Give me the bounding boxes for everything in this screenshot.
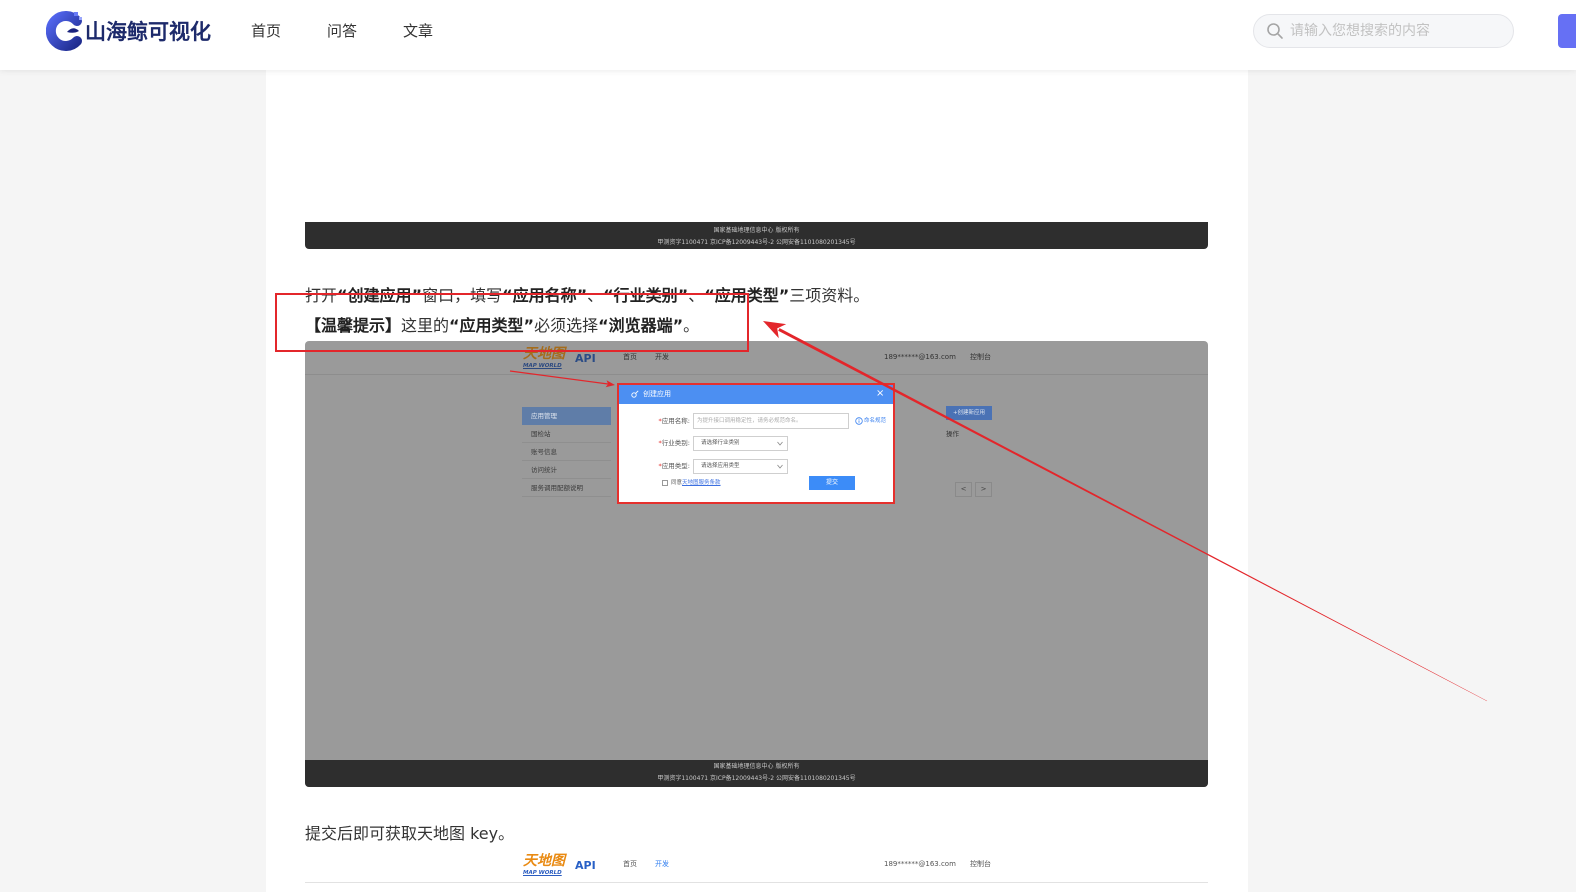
app-type-label: *应用类型:	[619, 461, 690, 471]
screenshot-nav-develop: 开发	[655, 353, 669, 361]
modal-title-bar: 创建应用 ×	[619, 385, 893, 404]
site-name: 山海鲸可视化	[85, 20, 211, 44]
nav-home[interactable]: 首页	[251, 21, 281, 41]
screenshot-pager-next: >	[975, 482, 992, 497]
bold-run: “应用类型”	[704, 286, 790, 305]
screenshot-console-link: 控制台	[970, 353, 991, 361]
whale-logo-icon	[46, 10, 84, 52]
text-run: 打开	[305, 286, 338, 305]
screenshot-pager-prev: <	[955, 482, 972, 497]
text-run: 、	[587, 286, 604, 305]
app-name-label-text: 应用名称:	[661, 417, 690, 425]
text-run: 窗口，填写	[422, 286, 503, 305]
screenshot-nav-develop: 开发	[655, 860, 669, 868]
bold-run: “应用名称”	[502, 286, 588, 305]
tianditu-logo-cn: 天地图	[523, 346, 565, 362]
bold-run: “浏览器端”	[598, 316, 684, 335]
paragraph-tip: 【温馨提示】 这里的 “应用类型” 必须选择 “浏览器端”。	[305, 311, 699, 341]
submit-button: 提交	[809, 476, 855, 490]
site-logo[interactable]: 山海鲸可视化	[46, 10, 211, 52]
app-name-label: *应用名称:	[619, 416, 690, 426]
screenshot-sidebar-item: 国检站	[522, 425, 611, 443]
app-type-label-text: 应用类型:	[661, 462, 690, 470]
search-box[interactable]	[1253, 14, 1514, 48]
paragraph-get-key: 提交后即可获取天地图 key。	[305, 819, 514, 849]
screenshot-header: 天地图 MAP WORLD API 首页 开发 189******@163.co…	[305, 341, 1208, 375]
industry-select: 请选择行业类别	[693, 436, 788, 451]
close-icon: ×	[876, 388, 885, 399]
screenshot-sidebar-item: 账号信息	[522, 443, 611, 461]
top-navbar: 山海鲸可视化 首页 问答 文章	[0, 0, 1576, 70]
tianditu-logo-en: MAP WORLD	[523, 363, 562, 369]
industry-label-text: 行业类别:	[661, 439, 690, 447]
screenshot-sidebar-item: 服务调用配额说明	[522, 479, 611, 497]
article-image-tianditu-header: 天地图 MAP WORLD API 首页 开发 189******@163.co…	[305, 848, 1208, 892]
image-footer-copyright: 国家基础地理信息中心 版权所有	[713, 227, 800, 234]
text-run: 提交后即可获取天地图 key。	[305, 824, 515, 843]
header-action-button[interactable]	[1558, 14, 1576, 48]
image-footer-copyright: 国家基础地理信息中心 版权所有	[713, 763, 800, 770]
terms-link: 天地图服务条款	[682, 480, 721, 486]
naming-rules-link: 命名规范	[864, 418, 887, 424]
tianditu-logo-en: MAP WORLD	[523, 870, 562, 876]
app-type-select-value: 请选择应用类型	[701, 463, 740, 469]
industry-select-value: 请选择行业类别	[701, 440, 740, 446]
screenshot-sidebar: 应用管理 国检站 账号信息 访问统计 服务调用配额说明	[522, 407, 611, 497]
bold-run: “创建应用”	[337, 286, 423, 305]
image-footer-license: 甲测资字1100471 京ICP备12009443号-2 公网安备1101080…	[657, 239, 856, 246]
search-input[interactable]	[1290, 16, 1502, 46]
api-label: API	[575, 859, 596, 872]
text-run: 三项资料。	[789, 286, 870, 305]
nav-articles[interactable]: 文章	[403, 21, 433, 41]
paragraph-create-app-instructions: 打开 “创建应用” 窗口，填写 “应用名称”、 “行业类别”、 “应用类型” 三项资料。	[305, 281, 869, 311]
agree-text: 同意	[671, 480, 683, 486]
screenshot-column-header: 操作	[946, 430, 959, 438]
article-body: 国家基础地理信息中心 版权所有 甲测资字1100471 京ICP备1200944…	[266, 70, 1248, 892]
text-run: 必须选择	[534, 316, 599, 335]
nav-qa[interactable]: 问答	[327, 21, 357, 41]
bold-run: 【温馨提示】	[305, 316, 402, 335]
screenshot-console-link: 控制台	[970, 860, 991, 868]
info-icon	[855, 417, 863, 425]
screenshot-sidebar-item: 访问统计	[522, 461, 611, 479]
article-image-tianditu-footer: 国家基础地理信息中心 版权所有 甲测资字1100471 京ICP备1200944…	[305, 222, 1208, 249]
screenshot-create-app-modal: 创建应用 × *应用名称: 为提升接口调用稳定性，请务必规范命名。 命名规范 *…	[617, 383, 895, 504]
screenshot-sidebar-item: 应用管理	[522, 407, 611, 425]
article-image-create-app-dialog: 天地图 MAP WORLD API 首页 开发 189******@163.co…	[305, 341, 1208, 787]
screenshot-create-app-button: +创建新应用	[946, 406, 992, 420]
agree-terms: 同意天地图服务条款	[671, 478, 721, 488]
tianditu-logo: 天地图 MAP WORLD	[523, 853, 571, 879]
tianditu-logo-cn: 天地图	[523, 853, 565, 869]
industry-label: *行业类别:	[619, 438, 690, 448]
api-label: API	[575, 352, 596, 365]
image-footer-bar: 国家基础地理信息中心 版权所有 甲测资字1100471 京ICP备1200944…	[305, 222, 1208, 249]
chevron-down-icon	[777, 464, 783, 469]
modal-title: 创建应用	[643, 390, 671, 398]
app-icon	[631, 390, 639, 398]
screenshot-account: 189******@163.com	[884, 353, 956, 361]
screenshot-header-divider	[305, 882, 1208, 883]
image-footer-license: 甲测资字1100471 京ICP备12009443号-2 公网安备1101080…	[657, 775, 856, 782]
image-footer-bar: 国家基础地理信息中心 版权所有 甲测资字1100471 京ICP备1200944…	[305, 760, 1208, 787]
tianditu-logo: 天地图 MAP WORLD	[523, 346, 571, 372]
chevron-down-icon	[777, 441, 783, 446]
screenshot-account: 189******@163.com	[884, 860, 956, 868]
screenshot-nav-home: 首页	[623, 860, 637, 868]
search-icon[interactable]	[1266, 22, 1284, 40]
screenshot-nav-home: 首页	[623, 353, 637, 361]
agree-checkbox	[662, 480, 668, 486]
text-run: 、	[688, 286, 705, 305]
screenshot-pager: < >	[955, 482, 992, 497]
bold-run: “行业类别”	[603, 286, 689, 305]
text-run: 这里的	[401, 316, 450, 335]
bold-run: “应用类型”	[449, 316, 535, 335]
app-name-field: 为提升接口调用稳定性，请务必规范命名。	[693, 413, 849, 429]
text-run: 。	[683, 316, 700, 335]
app-type-select: 请选择应用类型	[693, 459, 788, 474]
